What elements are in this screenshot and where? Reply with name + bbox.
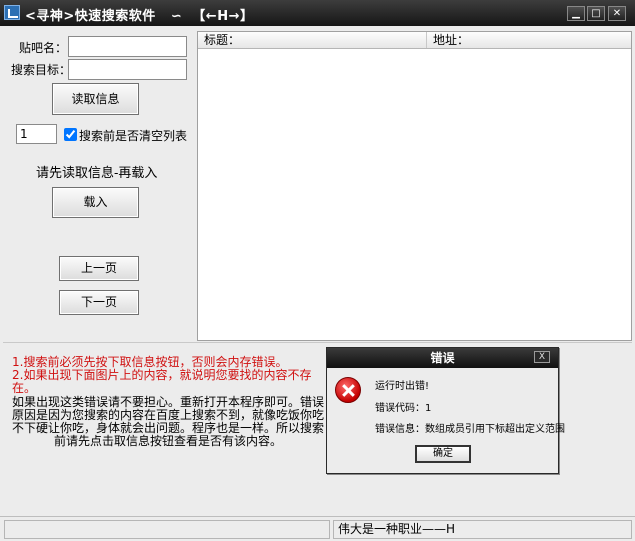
note-red-3: 在。 [12, 381, 37, 395]
page-count-input[interactable] [16, 124, 57, 144]
next-page-button[interactable]: 下一页 [59, 290, 139, 315]
close-button[interactable]: ✕ [608, 6, 626, 21]
target-label: 搜索目标： [11, 63, 72, 77]
app-icon [4, 5, 20, 20]
minimize-icon: ▁ [572, 8, 580, 19]
list-header: 标题： 地址： [198, 32, 631, 49]
dialog-line-3: 错误信息：数组成员引用下标超出定义范围 [375, 424, 565, 435]
clear-list-label: 搜索前是否清空列表 [79, 129, 188, 143]
prev-page-button[interactable]: 上一页 [59, 256, 139, 281]
error-dialog: 错误 X 运行时出错! 错误代码：1 错误信息：数组成员引用下标超出定义范围 确… [326, 347, 565, 474]
minimize-button[interactable]: ▁ [567, 6, 585, 21]
window-title: <寻神>快速搜索软件 ∽ 【←H→】 [25, 9, 254, 24]
column-address[interactable]: 地址： [427, 32, 631, 48]
dialog-line-1: 运行时出错! [375, 381, 430, 392]
column-title[interactable]: 标题： [198, 32, 427, 48]
tieba-label: 贴吧名： [19, 41, 68, 55]
target-input[interactable] [68, 59, 187, 80]
load-button[interactable]: 载入 [52, 187, 139, 218]
title-bar: <寻神>快速搜索软件 ∽ 【←H→】 ▁ □ ✕ [0, 0, 635, 26]
clear-list-checkbox[interactable] [64, 128, 77, 141]
note-black-4: 前请先点击取信息按钮查看是否有该内容。 [54, 434, 283, 448]
dialog-ok-button[interactable]: 确定 [415, 445, 471, 463]
status-left [4, 520, 330, 539]
results-list[interactable]: 标题： 地址： [197, 31, 632, 341]
note-red-2: 2.如果出现下面图片上的内容，就说明您要找的内容不存 [12, 368, 312, 382]
error-icon [335, 377, 361, 403]
notes-text: 1.搜索前必须先按下取信息按钮，否则会内存错误。 2.如果出现下面图片上的内容，… [12, 356, 324, 448]
dialog-line-2: 错误代码：1 [375, 403, 432, 414]
read-info-button[interactable]: 读取信息 [52, 83, 139, 115]
close-icon: X [538, 352, 546, 362]
close-icon: ✕ [612, 8, 622, 19]
status-right: 伟大是一种职业——H [333, 520, 632, 539]
tieba-input[interactable] [68, 36, 187, 57]
dialog-close-button[interactable]: X [534, 351, 550, 363]
maximize-icon: □ [591, 8, 601, 19]
load-hint: 请先读取信息-再载入 [36, 166, 158, 181]
maximize-button[interactable]: □ [587, 6, 605, 21]
dialog-title: 错误 [327, 348, 558, 368]
status-bar: 伟大是一种职业——H [0, 516, 635, 541]
